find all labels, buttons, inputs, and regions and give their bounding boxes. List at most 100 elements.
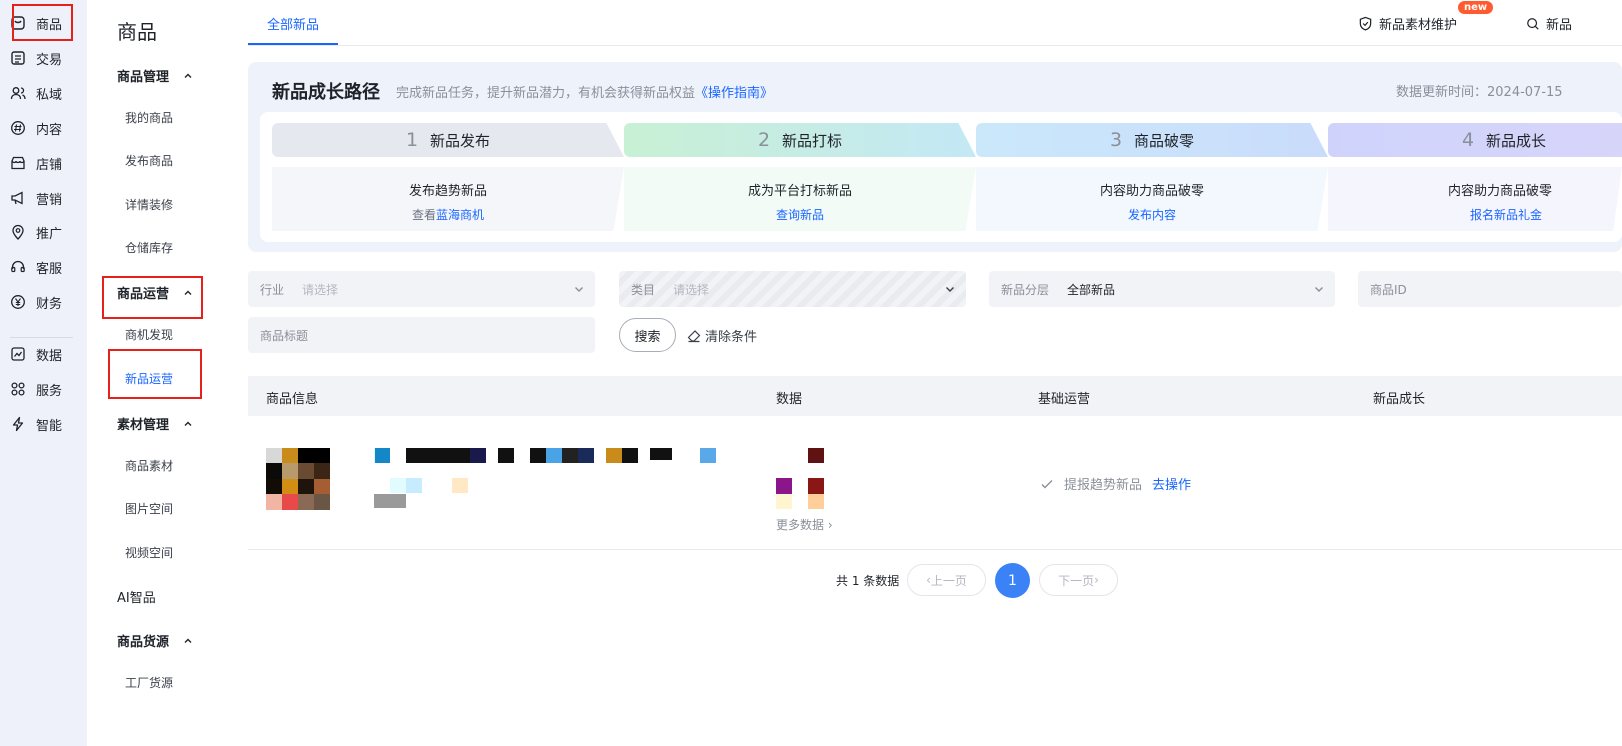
rail-item-service[interactable]: 客服 [0, 250, 87, 284]
step-number: 2 [757, 129, 771, 151]
step-link-blue-ocean[interactable]: 查看蓝海商机 [272, 206, 624, 223]
current-page[interactable]: 1 [995, 563, 1030, 598]
nav-item-image-space[interactable]: 图片空间 [125, 500, 173, 517]
clear-filters-button[interactable]: 清除条件 [687, 326, 757, 345]
prev-page-button[interactable]: ‹ 上一页 [907, 564, 986, 596]
nav-item-video-space[interactable]: 视频空间 [125, 544, 173, 561]
product-icon [10, 15, 26, 31]
nav-item-detail-decoration[interactable]: 详情装修 [125, 196, 173, 213]
rail-item-private[interactable]: 私域 [0, 76, 87, 110]
product-title-input[interactable]: 商品标题 [248, 317, 595, 353]
step-name: 新品成长 [1486, 131, 1547, 150]
rail-item-label: 服务 [36, 383, 63, 399]
category-select[interactable]: 类目 请选择 [619, 271, 966, 307]
chart-icon [10, 346, 26, 362]
chevron-up-icon [183, 288, 193, 298]
nav-item-inventory[interactable]: 仓储库存 [125, 239, 173, 256]
step-task: 内容助力商品破零 [1448, 184, 1553, 199]
nav-item-factory-source[interactable]: 工厂货源 [125, 674, 173, 691]
nav-item-new-product-operation[interactable]: 新品运营 [125, 370, 173, 387]
step-body-3: 内容助力商品破零 发布内容 [976, 167, 1328, 231]
rail-item-label: 营销 [36, 192, 63, 208]
rail-item-ai[interactable]: 智能 [0, 407, 87, 441]
hash-icon [10, 120, 26, 136]
step-link-query-new[interactable]: 查询新品 [624, 206, 976, 223]
col-basic-operation: 基础运营 [1038, 392, 1091, 407]
chevron-up-icon [183, 419, 193, 429]
prev-label: 上一页 [930, 573, 967, 588]
operation-text: 提报趋势新品 [1064, 478, 1143, 493]
rail-item-finance[interactable]: 财务 [0, 285, 87, 319]
primary-nav-rail: 商品 交易 私域 内容 店铺 营销 推广 客服 财务 数据 服务 智能 [0, 0, 87, 746]
chevron-down-icon [1315, 287, 1323, 292]
rail-item-label: 客服 [36, 261, 63, 277]
tier-select[interactable]: 新品分层 全部新品 [989, 271, 1335, 307]
product-id-input[interactable]: 商品ID [1358, 271, 1622, 307]
users-icon [10, 85, 26, 101]
location-icon [10, 224, 26, 240]
nav-group-product-management[interactable]: 商品管理 [117, 66, 193, 85]
step-task: 发布趋势新品 [408, 184, 487, 199]
nav-group-product-operation[interactable]: 商品运营 [117, 283, 193, 302]
chevron-down-icon [946, 287, 954, 292]
step-body-1: 发布趋势新品 查看蓝海商机 [272, 167, 624, 231]
nav-item-product-material[interactable]: 商品素材 [125, 457, 173, 474]
industry-value: 请选择 [302, 282, 339, 297]
tab-all-new-products[interactable]: 全部新品 [248, 14, 338, 33]
growth-desc-text: 完成新品任务，提升新品潜力，有机会获得新品权益 [396, 86, 696, 101]
step-task: 内容助力商品破零 [1099, 184, 1204, 199]
nav-group-label: 商品运营 [117, 287, 170, 302]
nav-item-my-products[interactable]: 我的商品 [125, 109, 173, 126]
tab-underline [248, 43, 338, 45]
nav-group-label: AI智品 [117, 591, 156, 606]
rail-item-data[interactable]: 数据 [0, 337, 87, 371]
col-product-info: 商品信息 [266, 392, 319, 407]
step-body-4: 内容助力商品破零 报名新品礼金 [1328, 167, 1622, 231]
guide-link[interactable]: 《操作指南》 [695, 86, 773, 101]
new-product-search-button[interactable]: 新品 [1526, 14, 1572, 33]
nav-item-publish-product[interactable]: 发布商品 [125, 152, 173, 169]
rail-item-marketing[interactable]: 营销 [0, 181, 87, 215]
steps-container: 1 新品发布 发布趋势新品 查看蓝海商机 2 新品打标 成为平台打标新品 查询新… [260, 112, 1622, 242]
rail-item-store[interactable]: 店铺 [0, 146, 87, 180]
grid-icon [10, 381, 26, 397]
app-root: 商品 交易 私域 内容 店铺 营销 推广 客服 财务 数据 服务 智能 商品 商… [0, 0, 1622, 746]
search-button[interactable]: 搜索 [619, 318, 676, 352]
rail-item-services[interactable]: 服务 [0, 372, 87, 406]
search-icon [1527, 17, 1539, 30]
rail-item-content[interactable]: 内容 [0, 111, 87, 145]
step-link-text: 蓝海商机 [436, 208, 485, 222]
more-data-link[interactable]: 更多数据 › [776, 516, 833, 533]
go-operate-link[interactable]: 去操作 [1152, 474, 1191, 493]
product-title-obscured[interactable] [358, 448, 718, 512]
update-time: 数据更新时间：2024-07-15 [1396, 85, 1563, 100]
product-data-obscured [776, 448, 836, 512]
next-page-button[interactable]: 下一页 › [1039, 564, 1118, 596]
step-head-3: 3 商品破零 [976, 123, 1328, 157]
secondary-nav: 商品 商品管理 我的商品 发布商品 详情装修 仓储库存 商品运营 商机发现 新品… [87, 0, 229, 746]
store-icon [10, 155, 26, 171]
nav-item-opportunity[interactable]: 商机发现 [125, 326, 173, 343]
megaphone-icon [10, 190, 26, 206]
headset-icon [10, 259, 26, 275]
industry-label: 行业 [260, 282, 285, 297]
product-thumbnail[interactable] [266, 448, 330, 510]
check-icon [1041, 479, 1053, 488]
step-link-publish-content[interactable]: 发布内容 [976, 206, 1328, 223]
new-material-maintain-button[interactable]: 新品素材维护 [1358, 14, 1457, 33]
step-link-prefix: 查看 [411, 208, 436, 222]
rail-item-order[interactable]: 交易 [0, 41, 87, 75]
step-name: 新品打标 [782, 131, 843, 150]
nav-group-ai-product[interactable]: AI智品 [117, 587, 156, 606]
step-name: 新品发布 [430, 131, 491, 150]
subnav-title: 商品 [117, 20, 157, 44]
industry-select[interactable]: 行业 请选择 [248, 271, 595, 307]
tier-label: 新品分层 [1001, 282, 1050, 297]
step-link-gift[interactable]: 报名新品礼金 [1470, 206, 1622, 223]
bolt-icon [10, 416, 26, 432]
rail-item-promotion[interactable]: 推广 [0, 215, 87, 249]
nav-group-material-management[interactable]: 素材管理 [117, 414, 193, 433]
nav-group-product-source[interactable]: 商品货源 [117, 631, 193, 650]
rail-item-product[interactable]: 商品 [0, 6, 87, 40]
more-data-label: 更多数据 [776, 518, 825, 532]
